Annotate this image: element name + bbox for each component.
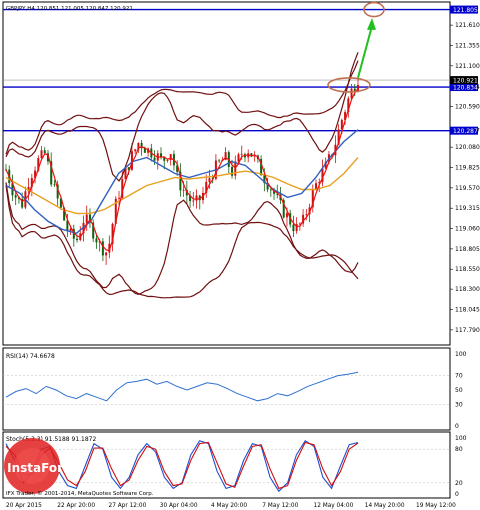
rsi-label: RSI(14) 74.6678: [6, 353, 55, 360]
rsi-tick-label: 70: [455, 373, 463, 380]
price-tick-label: 119.825: [455, 165, 480, 172]
price-tick-label: 121.610: [455, 22, 480, 29]
candle-body: [305, 214, 308, 216]
candle-body: [195, 195, 198, 201]
price-tick-label: 121.355: [455, 42, 480, 49]
stoch-tick-label: 0: [455, 491, 459, 498]
x-tick-label: 30 Apr 04:00: [160, 503, 198, 509]
price-tick-label: 121.100: [455, 63, 480, 70]
x-tick-label: 19 May 12:00: [416, 503, 456, 509]
rsi-tick-label: 100: [455, 351, 467, 358]
price-tick-label: 118.300: [455, 286, 480, 293]
candle-body: [166, 159, 169, 161]
x-tick-label: 22 Apr 20:00: [57, 503, 95, 509]
candle-body: [53, 184, 56, 186]
candle-body: [153, 157, 156, 161]
candle-body: [231, 166, 234, 176]
x-tick-label: 7 May 12:00: [262, 503, 298, 509]
rsi-tick-label: 30: [455, 401, 463, 408]
candle-body: [292, 224, 295, 232]
stoch-tick-label: 20: [455, 480, 463, 487]
copyright-text: IFX Trader, © 2001-2014, MetaQuotes Soft…: [6, 490, 154, 497]
candle-body: [76, 238, 79, 241]
level-label: 121.805: [453, 7, 478, 14]
watermark-text: InstaForex: [7, 461, 79, 475]
candle-body: [218, 160, 221, 162]
price-panel: [2, 1, 451, 346]
x-tick-label: 20 Apr 2015: [6, 503, 42, 509]
price-header: GBPJPY,H4 120.851 121.005 120.847 120.92…: [6, 6, 133, 12]
candle-body: [14, 195, 17, 198]
price-tick-label: 119.570: [455, 185, 480, 192]
level-label: 120.834: [453, 85, 478, 92]
price-tick-label: 120.080: [455, 144, 480, 151]
candle-body: [118, 197, 121, 199]
candle-body: [85, 214, 88, 223]
rsi-panel: [2, 347, 451, 431]
price-tick-label: 119.315: [455, 205, 480, 212]
stoch-tick-label: 100: [455, 435, 467, 442]
candle-body: [43, 150, 46, 154]
candle-body: [237, 154, 240, 162]
price-tick-label: 117.790: [455, 327, 480, 334]
candle-body: [105, 252, 108, 256]
candle-body: [134, 149, 137, 152]
candle-body: [269, 189, 272, 191]
candle-body: [240, 154, 243, 155]
price-tick-label: 118.045: [455, 307, 480, 314]
x-tick-label: 27 Apr 12:00: [109, 503, 147, 509]
candle-body: [285, 213, 288, 218]
price-tick-label: 118.550: [455, 266, 480, 273]
price-tick-label: 118.805: [455, 246, 480, 253]
candle-body: [182, 189, 185, 191]
candle-body: [40, 150, 43, 159]
price-tick-label: 119.060: [455, 226, 480, 233]
candle-body: [192, 200, 195, 202]
x-tick-label: 4 May 20:00: [211, 503, 247, 509]
price-tick-label: 120.590: [455, 103, 480, 110]
x-tick-label: 14 May 20:00: [365, 503, 405, 509]
current-price-label: 120.921: [453, 78, 478, 85]
chart-canvas: 121.610 121.355 121.100 120.834 120.590 120.2…: [0, 0, 480, 510]
x-tick-label: 12 May 04:00: [314, 503, 354, 509]
rsi-tick-label: 0: [455, 423, 459, 430]
candle-body: [208, 178, 211, 182]
rsi-tick-label: 50: [455, 387, 463, 394]
candle-body: [95, 238, 98, 243]
candle-body: [101, 241, 104, 256]
level-label: 120.287: [453, 128, 478, 135]
stoch-tick-label: 80: [455, 446, 463, 453]
